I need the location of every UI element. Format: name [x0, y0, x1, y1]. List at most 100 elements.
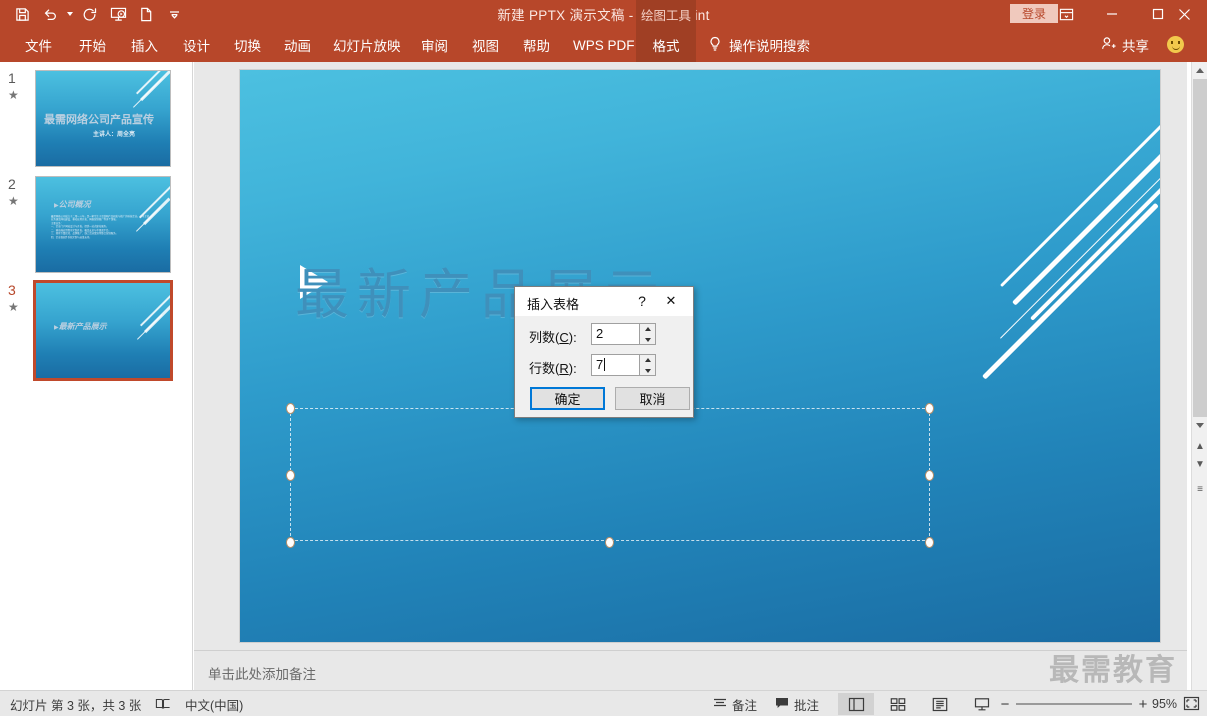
- rows-spin-up-icon[interactable]: [640, 355, 655, 365]
- tell-me-search[interactable]: 操作说明搜索: [708, 28, 810, 62]
- tab-wps-pdf[interactable]: WPS PDF: [562, 28, 646, 62]
- feedback-smiley-icon[interactable]: [1167, 36, 1184, 53]
- slide-number: 3: [8, 282, 16, 298]
- tab-animations[interactable]: 动画: [273, 28, 322, 62]
- columns-stepper[interactable]: 2: [591, 323, 656, 345]
- tab-design[interactable]: 设计: [172, 28, 221, 62]
- resize-handle-se[interactable]: [925, 537, 934, 548]
- rows-spin-down-icon[interactable]: [640, 366, 655, 376]
- undo-dropdown-icon[interactable]: [64, 1, 76, 27]
- slide-number: 2: [8, 176, 16, 192]
- vertical-scrollbar[interactable]: ▲ ▼ ≡: [1191, 62, 1207, 690]
- list-item[interactable]: 2 ★ ▶公司概况 最需网络公司成立于二零一八年，是一家专注于互联网产品研发与推…: [0, 176, 192, 281]
- rows-input[interactable]: 7: [591, 354, 639, 376]
- columns-spin-buttons[interactable]: [639, 323, 656, 345]
- next-slide-icon[interactable]: ▼: [1192, 455, 1207, 473]
- slide-number: 1: [8, 70, 16, 86]
- slide-counter[interactable]: 幻灯片 第 3 张，共 3 张: [10, 691, 141, 716]
- columns-label: 列数(C):: [529, 330, 577, 345]
- resize-handle-e[interactable]: [925, 470, 934, 481]
- proofing-icon[interactable]: [155, 691, 171, 716]
- lightbulb-icon: [708, 36, 722, 55]
- minimize-button[interactable]: [1089, 0, 1135, 28]
- scroll-down-icon[interactable]: [1192, 417, 1207, 434]
- text-cursor: [604, 358, 606, 371]
- select-browse-object-icon[interactable]: ≡: [1192, 480, 1207, 498]
- columns-spin-up-icon[interactable]: [640, 324, 655, 334]
- help-icon[interactable]: ?: [633, 292, 651, 310]
- notes-label: 备注: [732, 698, 758, 713]
- resize-handle-nw[interactable]: [286, 403, 295, 414]
- notes-toggle-button[interactable]: 备注: [713, 691, 757, 716]
- content-placeholder[interactable]: [286, 389, 934, 548]
- rows-spin-buttons[interactable]: [639, 354, 656, 376]
- save-icon[interactable]: [8, 1, 36, 27]
- tab-review[interactable]: 审阅: [410, 28, 459, 62]
- insert-table-dialog[interactable]: 插入表格 ? ✕ 列数(C): 2 行数(R): 7 确定 取消: [514, 286, 694, 418]
- columns-input[interactable]: 2: [591, 323, 639, 345]
- notes-pane[interactable]: 单击此处添加备注 最需教育: [194, 650, 1187, 690]
- notes-placeholder[interactable]: 单击此处添加备注: [208, 663, 316, 683]
- rows-label: 行数(R):: [529, 361, 577, 376]
- slide-thumbnail-panel[interactable]: 1 ★ 最需网络公司产品宣传 主讲人：周全亮 2 ★ ▶公司概况 最需网络公司成…: [0, 62, 193, 690]
- scroll-up-icon[interactable]: [1192, 62, 1207, 79]
- slide-canvas[interactable]: 最新产品展示: [240, 70, 1160, 642]
- list-item[interactable]: 1 ★ 最需网络公司产品宣传 主讲人：周全亮: [0, 70, 192, 175]
- comments-label: 批注: [794, 698, 820, 713]
- new-file-icon[interactable]: [132, 1, 160, 27]
- view-reading[interactable]: [922, 693, 958, 715]
- rows-stepper[interactable]: 7: [591, 354, 656, 376]
- animation-star-icon[interactable]: ★: [8, 194, 19, 208]
- thumbnail-image: ▶公司概况 最需网络公司成立于二零一八年，是一家专注于互联网产品研发与推广的科技…: [36, 177, 170, 272]
- resize-handle-sw[interactable]: [286, 537, 295, 548]
- language-indicator[interactable]: 中文(中国): [185, 691, 243, 716]
- scrollbar-thumb[interactable]: [1193, 79, 1207, 417]
- tell-me-label: 操作说明搜索: [729, 39, 810, 54]
- slide-thumbnail-2[interactable]: ▶公司概况 最需网络公司成立于二零一八年，是一家专注于互联网产品研发与推广的科技…: [35, 176, 171, 273]
- zoom-slider-track[interactable]: [1016, 703, 1132, 705]
- start-slideshow-icon[interactable]: [104, 1, 132, 27]
- close-button[interactable]: [1161, 0, 1207, 28]
- resize-handle-s[interactable]: [605, 537, 614, 548]
- redo-icon[interactable]: [76, 1, 104, 27]
- slide-thumbnail-3[interactable]: ▶最新产品展示: [33, 280, 173, 381]
- tab-transitions[interactable]: 切换: [223, 28, 272, 62]
- watermark-text: 最需教育: [1049, 653, 1177, 688]
- list-item[interactable]: 3 ★ ▶最新产品展示: [0, 280, 192, 387]
- status-bar: 幻灯片 第 3 张，共 3 张 中文(中国) 备注 批注 − + 95%: [0, 690, 1207, 716]
- fit-slide-to-window-icon[interactable]: [1183, 695, 1200, 712]
- tab-file[interactable]: 文件: [14, 28, 63, 62]
- thumbnail-image: ▶最新产品展示: [36, 283, 170, 378]
- tab-view[interactable]: 视图: [461, 28, 510, 62]
- close-icon[interactable]: ✕: [661, 292, 681, 310]
- tab-slideshow[interactable]: 幻灯片放映: [322, 28, 412, 62]
- cancel-button[interactable]: 取消: [615, 387, 690, 410]
- tab-home[interactable]: 开始: [68, 28, 117, 62]
- ok-button[interactable]: 确定: [530, 387, 605, 410]
- share-label: 共享: [1122, 39, 1149, 54]
- animation-star-icon[interactable]: ★: [8, 88, 19, 102]
- zoom-level-label[interactable]: 95%: [1152, 691, 1177, 716]
- slide-thumbnail-1[interactable]: 最需网络公司产品宣传 主讲人：周全亮: [35, 70, 171, 167]
- resize-handle-ne[interactable]: [925, 403, 934, 414]
- zoom-out-button[interactable]: −: [998, 691, 1012, 716]
- tab-help[interactable]: 帮助: [512, 28, 561, 62]
- view-normal[interactable]: [838, 693, 874, 715]
- thumb-title: 最需网络公司产品宣传: [44, 114, 154, 126]
- share-button[interactable]: 共享: [1101, 28, 1149, 62]
- columns-spin-down-icon[interactable]: [640, 335, 655, 345]
- comments-toggle-button[interactable]: 批注: [775, 691, 819, 716]
- ribbon-display-options-icon[interactable]: [1043, 0, 1089, 28]
- customize-qat-icon[interactable]: [160, 1, 188, 27]
- view-slideshow[interactable]: [964, 693, 1000, 715]
- previous-slide-icon[interactable]: ▲: [1192, 437, 1207, 455]
- undo-icon[interactable]: [36, 1, 64, 27]
- view-slide-sorter[interactable]: [880, 693, 916, 715]
- animation-star-icon[interactable]: ★: [8, 300, 19, 314]
- resize-handle-w[interactable]: [286, 470, 295, 481]
- thumb-subtitle: 主讲人：周全亮: [93, 132, 136, 138]
- zoom-in-button[interactable]: +: [1136, 691, 1150, 716]
- thumb-body: 最需网络公司成立于二零一八年，是一家专注于互联网产品研发与推广的科技企业。公司主…: [51, 215, 150, 239]
- tab-format[interactable]: 格式: [636, 28, 696, 62]
- tab-insert[interactable]: 插入: [120, 28, 169, 62]
